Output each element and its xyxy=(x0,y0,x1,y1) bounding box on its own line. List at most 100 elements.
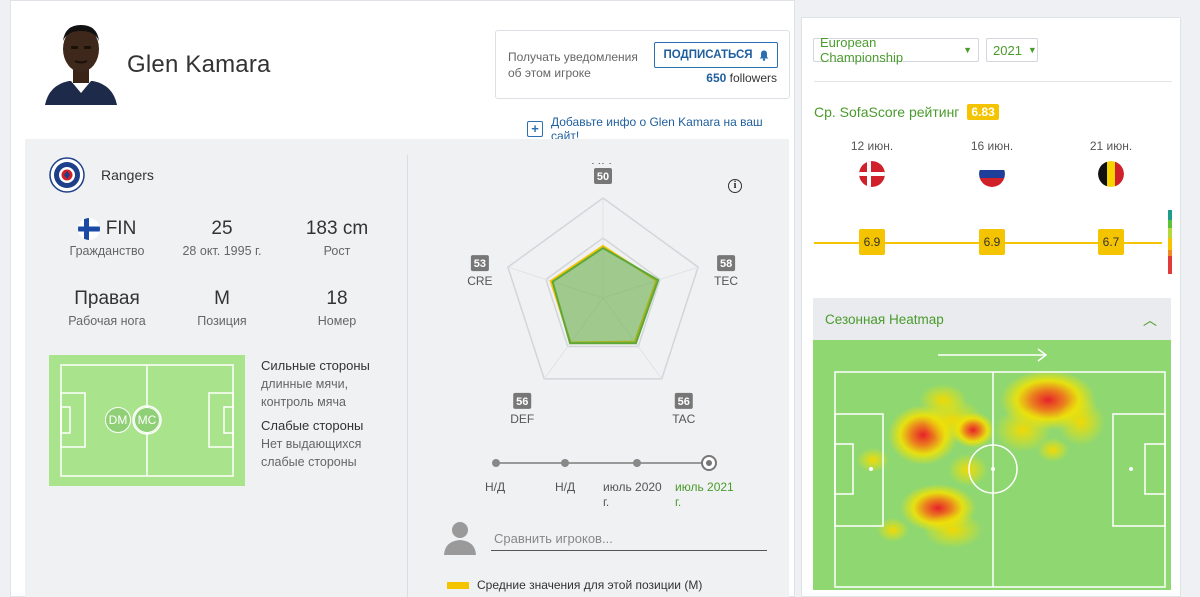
nationality-label: Гражданство xyxy=(69,244,145,258)
foot-value: Правая xyxy=(74,288,140,309)
player-page: Glen Kamara Получать уведомления об этом… xyxy=(0,0,1200,597)
timeline-point[interactable] xyxy=(633,459,641,467)
timeline-track xyxy=(495,462,709,464)
match-rating: 6.9 xyxy=(979,229,1005,255)
radar-label-tec: TEC xyxy=(714,274,738,288)
russia-flag-icon xyxy=(979,161,1005,187)
subscribe-label: ПОДПИСАТЬСЯ xyxy=(663,49,753,61)
rangers-logo xyxy=(49,157,85,193)
subscribe-button[interactable]: ПОДПИСАТЬСЯ xyxy=(654,42,778,68)
rating-avg-badge: 6.83 xyxy=(967,104,999,120)
competition-select[interactable]: European Championship ▼ xyxy=(813,35,979,65)
season-value: 2021 xyxy=(993,42,1022,58)
strength-item: контроль мяча xyxy=(261,395,346,409)
heatmap-pitch-lines xyxy=(834,371,1166,588)
match-rating: 6.7 xyxy=(1098,229,1124,255)
position-stat: M Позиция xyxy=(162,288,282,328)
competition-value: European Championship xyxy=(820,35,904,65)
match-date: 12 июн. xyxy=(850,139,894,153)
radar-label-att: ATT xyxy=(592,163,614,167)
average-swatch xyxy=(447,581,469,589)
match-item[interactable]: 16 июн. xyxy=(962,139,1022,190)
notify-box: Получать уведомления об этом игроке ПОДП… xyxy=(495,30,790,99)
followers-number: 650 xyxy=(706,71,727,85)
attribute-radar-chart: 50 ATT 58 TEC 56 TAC 56 DEF 53 CRE xyxy=(467,163,738,426)
timeline-label: Н/Д xyxy=(555,480,576,494)
radar-value-tec: 58 xyxy=(717,255,736,272)
heatmap-header[interactable]: Сезонная Heatmap ︿ xyxy=(813,298,1171,340)
season-select[interactable]: 2021 ▼ xyxy=(986,38,1038,62)
timeline-label: Н/Д xyxy=(485,480,506,494)
radar-value-def: 56 xyxy=(513,392,532,409)
height-stat: 183 cm Рост xyxy=(277,218,397,258)
heatmap-title: Сезонная Heatmap xyxy=(825,312,944,327)
number-value: 18 xyxy=(326,288,348,309)
followers-count: 650 followers xyxy=(706,71,777,85)
position-value: M xyxy=(214,288,230,309)
weakness-item: слабые стороны xyxy=(261,455,357,469)
height-label: Рост xyxy=(323,244,351,258)
svg-text:50: 50 xyxy=(597,171,609,183)
weaknesses-title: Слабые стороны xyxy=(261,418,364,433)
team-name[interactable]: Rangers xyxy=(101,167,154,183)
timeline-label-active: июль 2021 г. xyxy=(675,480,734,509)
legend-label: Средние значения для этой позиции (M) xyxy=(477,578,703,592)
birthdate-label: 28 окт. 1995 г. xyxy=(182,244,262,258)
foot-label: Рабочая нога xyxy=(68,314,146,328)
timeline-point[interactable] xyxy=(492,459,500,467)
season-heatmap xyxy=(813,340,1171,590)
player-photo xyxy=(41,19,121,105)
strengths-title: Сильные стороны xyxy=(261,358,370,373)
strength-item: длинные мячи, xyxy=(261,377,349,391)
age-value: 25 xyxy=(211,218,233,239)
season-timeline: Н/Д Н/Д июль 2020 г. июль 2021 г. xyxy=(481,451,734,511)
radar-legend: Средние значения для этой позиции (M) xyxy=(447,578,702,592)
svg-text:58: 58 xyxy=(720,258,732,270)
age-stat: 25 28 окт. 1995 г. xyxy=(162,218,282,258)
bell-icon xyxy=(759,50,769,61)
chevron-down-icon: ▼ xyxy=(963,45,972,55)
match-date: 16 июн. xyxy=(970,139,1014,153)
weakness-item: Нет выдающихся xyxy=(261,437,362,451)
position-pitch: DM MC xyxy=(49,355,245,486)
number-label: Номер xyxy=(317,314,357,328)
strengths-block: Сильные стороны длинные мячи, контроль м… xyxy=(261,357,370,471)
denmark-flag-icon xyxy=(859,161,885,187)
timeline-point-active[interactable] xyxy=(701,455,717,471)
number-stat: 18 Номер xyxy=(277,288,397,328)
radar-label-cre: CRE xyxy=(467,274,492,288)
average-rating-title: Ср. SofaScore рейтинг 6.83 xyxy=(814,104,999,120)
notify-text: Получать уведомления об этом игроке xyxy=(508,50,638,80)
svg-text:56: 56 xyxy=(516,396,528,408)
position-badge-dm: DM xyxy=(105,407,131,433)
svg-text:56: 56 xyxy=(678,396,690,408)
position-label: Позиция xyxy=(197,314,247,328)
rating-title-text: Ср. SofaScore рейтинг xyxy=(814,104,960,120)
followers-word: followers xyxy=(729,71,777,85)
timeline-point[interactable] xyxy=(561,459,569,467)
height-value: 183 cm xyxy=(305,218,369,239)
nationality-stat: FIN Гражданство xyxy=(47,218,167,258)
nationality-value: FIN xyxy=(105,218,137,239)
stats-card: European Championship ▼ 2021 ▼ Ср. SofaS… xyxy=(801,17,1181,597)
info-icon[interactable]: i xyxy=(728,179,742,193)
match-item[interactable]: 21 июн. xyxy=(1081,139,1141,190)
chevron-down-icon: ▼ xyxy=(1027,45,1037,55)
match-rating: 6.9 xyxy=(859,229,885,255)
compare-players xyxy=(443,519,767,555)
attack-direction-arrow xyxy=(938,348,1048,362)
match-item[interactable]: 12 июн. xyxy=(842,139,902,190)
radar-value-cre: 53 xyxy=(470,255,489,272)
player-card: Glen Kamara Получать уведомления об этом… xyxy=(10,0,795,597)
panel-divider xyxy=(407,155,408,597)
finland-flag-icon xyxy=(77,218,100,240)
radar-label-def: DEF xyxy=(510,412,534,426)
match-date: 21 июн. xyxy=(1089,139,1133,153)
player-name: Glen Kamara xyxy=(127,51,271,78)
compare-input[interactable] xyxy=(491,527,767,551)
user-avatar-icon xyxy=(444,522,476,555)
chevron-up-icon[interactable]: ︿ xyxy=(1143,310,1157,330)
timeline-label: июль 2020 г. xyxy=(603,480,662,509)
foot-stat: Правая Рабочая нога xyxy=(47,288,167,328)
radar-value-att: 50 xyxy=(594,168,612,184)
